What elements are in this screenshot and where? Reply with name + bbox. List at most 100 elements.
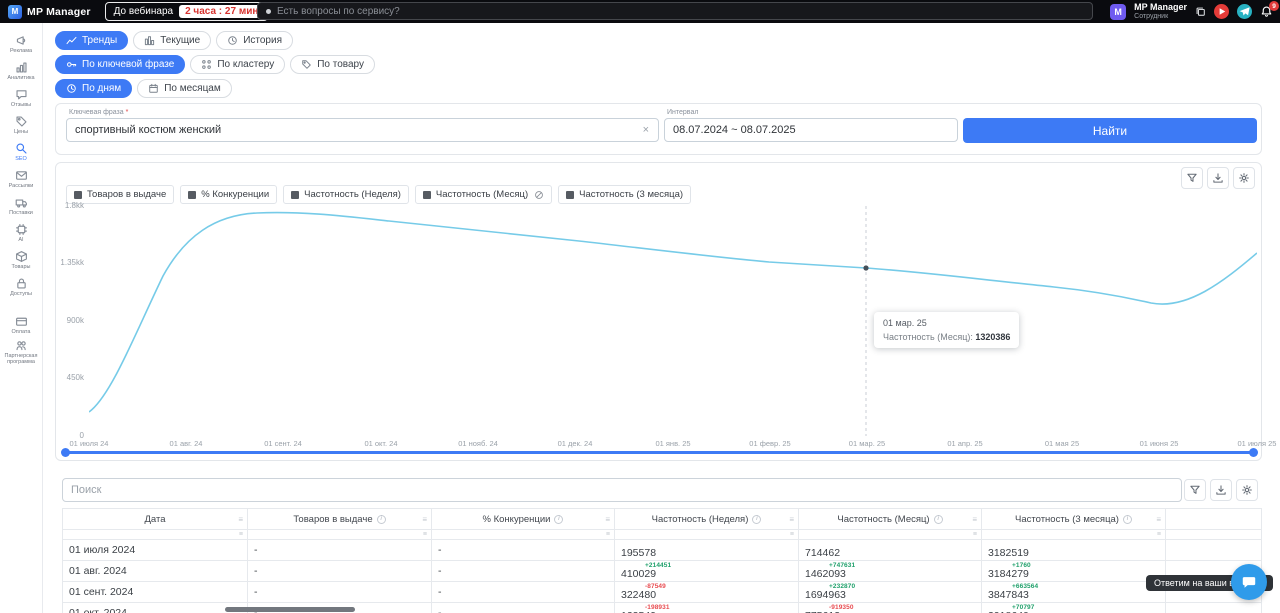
webinar-button[interactable]: До вебинара 2 часа : 27 мин [105, 2, 269, 21]
sidebar-item-dostupy[interactable]: Доступы [0, 274, 42, 300]
tab-by-days[interactable]: По дням [55, 79, 132, 98]
column-menu-icon[interactable]: ≡ [972, 515, 977, 524]
user-avatar[interactable]: M [1110, 4, 1126, 20]
range-handle-right[interactable] [1249, 448, 1258, 457]
legend-item-frequency-3months[interactable]: Частотность (3 месяца) [558, 185, 691, 204]
table-row: 01 июля 2024 - - 195578 714462 3182519 [63, 540, 1262, 561]
column-filter-icon[interactable]: ≡ [239, 530, 243, 540]
table-search-input[interactable] [71, 484, 1173, 496]
chart-settings-button[interactable] [1233, 167, 1255, 189]
remove-series-icon[interactable] [534, 190, 544, 200]
table-actions [1184, 479, 1258, 501]
columns-icon [144, 35, 155, 46]
legend-item-frequency-week[interactable]: Частотность (Неделя) [283, 185, 409, 204]
column-menu-icon[interactable]: ≡ [789, 515, 794, 524]
column-filter-icon[interactable]: ≡ [1157, 530, 1161, 540]
sidebar-item-otzyvy[interactable]: Отзывы [0, 85, 42, 111]
frequency-line-chart[interactable] [89, 206, 1257, 436]
tab-history[interactable]: История [216, 31, 293, 50]
chart-range-slider[interactable] [63, 451, 1256, 454]
webinar-label: До вебинара [114, 6, 173, 17]
cell-competition: - [432, 561, 615, 582]
sidebar-item-tseny[interactable]: Цены [0, 112, 42, 138]
x-tick: 01 июля 24 [49, 439, 129, 448]
info-icon[interactable]: i [1123, 515, 1132, 524]
cell-frequency-3months: +17603184279 [982, 561, 1166, 582]
table-search-wrap [62, 478, 1182, 502]
legend-item-competition[interactable]: % Конкуренции [180, 185, 277, 204]
sidebar-item-rassylki[interactable]: Рассылки [0, 166, 42, 192]
sidebar-item-seo[interactable]: SEO [0, 139, 42, 165]
checkbox-icon [566, 191, 574, 199]
table-settings-button[interactable] [1236, 479, 1258, 501]
cell-frequency-week: +214451410029 [615, 561, 799, 582]
x-tick: 01 окт. 24 [341, 439, 421, 448]
tab-by-keyphrase[interactable]: По ключевой фразе [55, 55, 185, 74]
sidebar-item-oplata[interactable]: Оплата [0, 312, 42, 338]
column-menu-icon[interactable]: ≡ [422, 515, 427, 524]
table-filter-button[interactable] [1184, 479, 1206, 501]
megaphone-icon [15, 34, 28, 47]
tab-by-months[interactable]: По месяцам [137, 79, 232, 98]
tab-by-product[interactable]: По товару [290, 55, 375, 74]
notifications-bell[interactable]: 9 [1260, 5, 1273, 18]
column-filter-icon[interactable]: ≡ [973, 530, 977, 540]
service-question-search[interactable] [257, 2, 1093, 20]
tab-by-cluster[interactable]: По кластеру [190, 55, 285, 74]
app-logo[interactable]: M MP Manager [0, 5, 91, 19]
tab-trends[interactable]: Тренды [55, 31, 128, 50]
keyphrase-input-wrap: × [66, 118, 659, 142]
chart-export-button[interactable] [1207, 167, 1229, 189]
sidebar-item-postavki[interactable]: Поставки [0, 193, 42, 219]
sidebar-item-partner-program[interactable]: Партнерская программа [0, 339, 42, 365]
column-filter-icon[interactable]: ≡ [423, 530, 427, 540]
table-export-button[interactable] [1210, 479, 1232, 501]
download-icon [1212, 172, 1224, 184]
range-handle-left[interactable] [61, 448, 70, 457]
keyphrase-field-group: Ключевая фраза * × [66, 109, 659, 142]
legend-item-frequency-month[interactable]: Частотность (Месяц) [415, 185, 552, 204]
cell-products: - [248, 582, 432, 603]
youtube-icon[interactable] [1214, 4, 1229, 19]
sidebar: Реклама Аналитика Отзывы Цены SEO Рассыл… [0, 23, 43, 613]
mode-tabs: По ключевой фразе По кластеру По товару [55, 55, 375, 74]
service-question-input[interactable] [277, 6, 1084, 17]
x-tick: 01 февр. 25 [730, 439, 810, 448]
table-header-row: Дата ≡ Товаров в выдачеi ≡ % Конкуренции… [63, 509, 1262, 530]
column-menu-icon[interactable]: ≡ [1156, 515, 1161, 524]
cell-frequency-3months: 3182519 [982, 540, 1166, 561]
info-icon[interactable]: i [554, 515, 563, 524]
reviews-icon [15, 88, 28, 101]
info-icon[interactable]: i [377, 515, 386, 524]
keyphrase-input[interactable] [75, 124, 642, 136]
column-menu-icon[interactable]: ≡ [605, 515, 610, 524]
user-menu[interactable]: MP Manager Сотрудник [1134, 3, 1187, 20]
app-logo-text: MP Manager [27, 6, 91, 18]
column-filter-icon[interactable]: ≡ [606, 530, 610, 540]
column-filter-icon[interactable]: ≡ [790, 530, 794, 540]
telegram-icon[interactable] [1237, 4, 1252, 19]
clear-input-icon[interactable]: × [642, 125, 650, 136]
horizontal-scrollbar-thumb[interactable] [225, 607, 355, 612]
info-icon[interactable]: i [934, 515, 943, 524]
column-header-competition: % Конкуренцииi ≡ [432, 509, 615, 530]
sidebar-item-tovary[interactable]: Товары [0, 247, 42, 273]
interval-input[interactable] [673, 124, 949, 136]
trend-chart-icon [66, 35, 77, 46]
cell-date: 01 сент. 2024 [63, 582, 248, 603]
info-icon[interactable]: i [752, 515, 761, 524]
price-tag-icon [15, 115, 28, 128]
find-button[interactable]: Найти [963, 118, 1257, 143]
sidebar-item-ai[interactable]: AI [0, 220, 42, 246]
chart-legend: Товаров в выдаче % Конкуренции Частотнос… [66, 185, 691, 204]
column-menu-icon[interactable]: ≡ [238, 515, 243, 524]
chart-filter-button[interactable] [1181, 167, 1203, 189]
tab-current[interactable]: Текущие [133, 31, 211, 50]
sidebar-item-reklama[interactable]: Реклама [0, 31, 42, 57]
chat-widget-button[interactable] [1231, 564, 1267, 600]
hover-point [863, 265, 868, 270]
interval-label: Интервал [667, 109, 958, 116]
sidebar-item-analitika[interactable]: Аналитика [0, 58, 42, 84]
copy-icon[interactable] [1195, 6, 1206, 17]
partners-icon [15, 339, 28, 352]
